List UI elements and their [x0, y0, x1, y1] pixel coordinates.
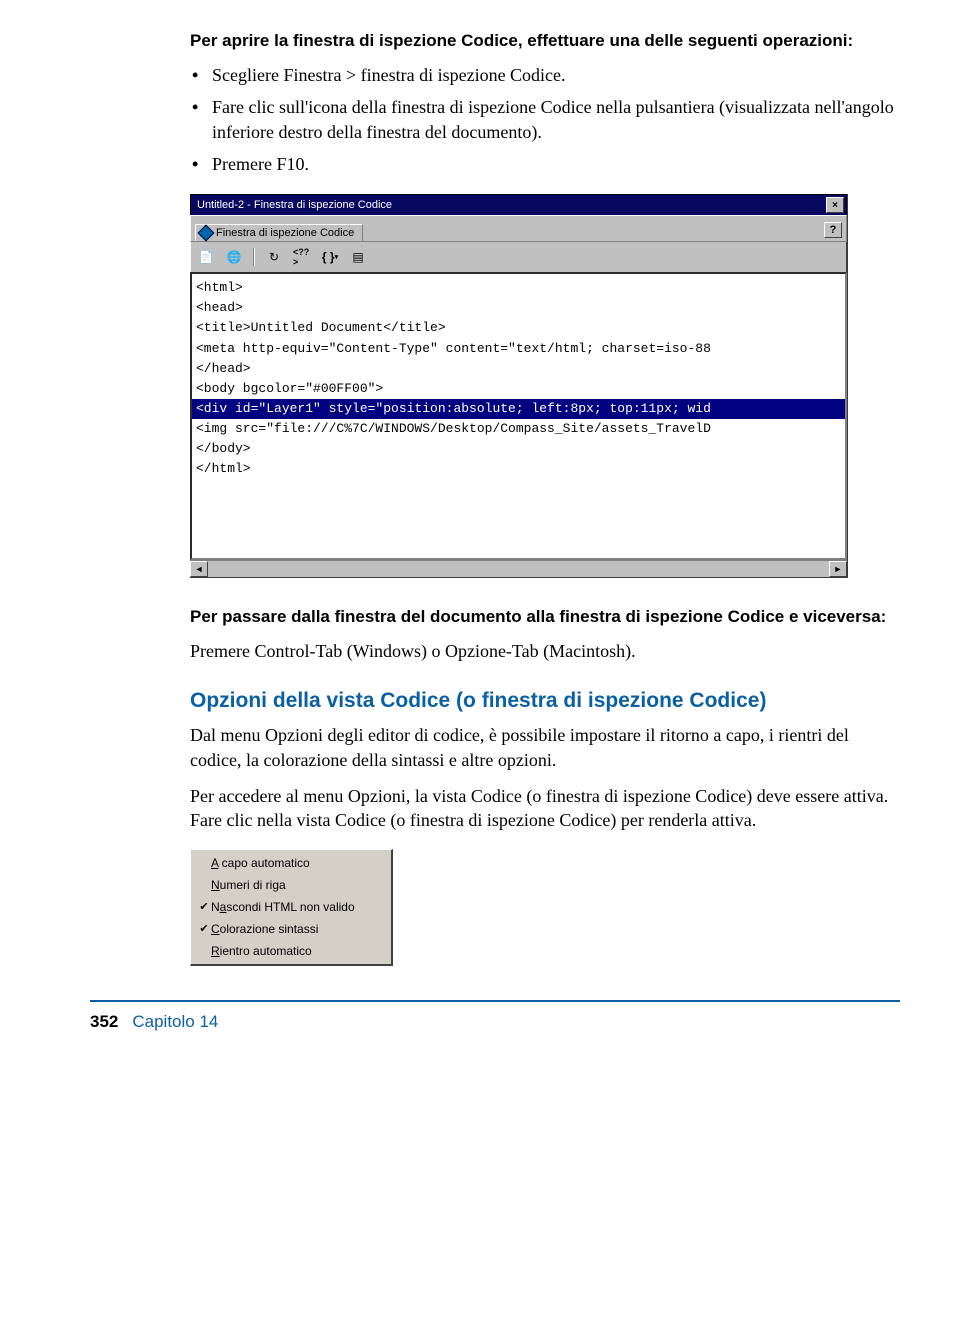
- page-number: 352: [90, 1012, 118, 1032]
- bullet-list: Scegliere Finestra > finestra di ispezio…: [190, 63, 900, 176]
- code-line: <meta http-equiv="Content-Type" content=…: [192, 339, 845, 359]
- footer-rule: [90, 1000, 900, 1002]
- globe-icon[interactable]: 🌐: [225, 248, 243, 266]
- menu-label: Colorazione sintassi: [211, 922, 318, 936]
- window-titlebar: Untitled-2 - Finestra di ispezione Codic…: [190, 194, 847, 215]
- para3: Dal menu Opzioni degli editor di codice,…: [190, 723, 900, 772]
- scroll-right-icon[interactable]: ►: [829, 561, 847, 577]
- window-toolbar: 📄 🌐 ↻ <??> { }▾ ▤: [190, 242, 847, 272]
- menu-item-word-wrap[interactable]: A capo automatico: [193, 852, 389, 874]
- close-icon[interactable]: ×: [826, 197, 844, 213]
- menu-item-auto-indent[interactable]: Rientro automatico: [193, 940, 389, 962]
- menu-label: Nascondi HTML non valido: [211, 900, 355, 914]
- menu-item-hide-invalid-html[interactable]: ✔ Nascondi HTML non valido: [193, 896, 389, 918]
- bullet-item: Fare clic sull'icona della finestra di i…: [190, 95, 900, 144]
- code-line: <head>: [192, 298, 845, 318]
- menu-label: A capo automatico: [211, 856, 310, 870]
- code-editor[interactable]: <html> <head> <title>Untitled Document</…: [190, 272, 847, 560]
- options-icon[interactable]: ▤: [349, 248, 367, 266]
- code-line-selected: <div id="Layer1" style="position:absolut…: [192, 399, 845, 419]
- page-footer: 352 Capitolo 14: [90, 1012, 900, 1052]
- menu-item-syntax-coloring[interactable]: ✔ Colorazione sintassi: [193, 918, 389, 940]
- bullet-item: Scegliere Finestra > finestra di ispezio…: [190, 63, 900, 87]
- menu-label: Numeri di riga: [211, 878, 286, 892]
- section-heading: Opzioni della vista Codice (o finestra d…: [190, 689, 900, 713]
- toolbar-separator: [253, 248, 255, 266]
- intro-heading: Per aprire la finestra di ispezione Codi…: [190, 30, 900, 53]
- menu-item-line-numbers[interactable]: Numeri di riga: [193, 874, 389, 896]
- file-icon[interactable]: 📄: [197, 248, 215, 266]
- menu-label: Rientro automatico: [211, 944, 312, 958]
- code-line: <html>: [192, 278, 845, 298]
- code-line: <img src="file:///C%7C/WINDOWS/Desktop/C…: [192, 419, 845, 439]
- scroll-left-icon[interactable]: ◄: [190, 561, 208, 577]
- php-icon[interactable]: <??>: [293, 248, 311, 266]
- tab-icon: [198, 225, 215, 242]
- chapter-label: Capitolo 14: [132, 1012, 218, 1032]
- code-inspector-window: Untitled-2 - Finestra di ispezione Codic…: [190, 194, 848, 578]
- bullet-item: Premere F10.: [190, 152, 900, 176]
- code-line: </body>: [192, 439, 845, 459]
- braces-icon[interactable]: { }▾: [321, 248, 339, 266]
- tab-label: Finestra di ispezione Codice: [216, 227, 354, 239]
- para2-body: Premere Control-Tab (Windows) o Opzione-…: [190, 639, 900, 663]
- para4: Per accedere al menu Opzioni, la vista C…: [190, 784, 900, 833]
- code-line: </head>: [192, 359, 845, 379]
- window-title: Untitled-2 - Finestra di ispezione Codic…: [197, 199, 392, 211]
- code-line: <title>Untitled Document</title>: [192, 318, 845, 338]
- refresh-icon[interactable]: ↻: [265, 248, 283, 266]
- horizontal-scrollbar[interactable]: ◄ ►: [190, 560, 847, 577]
- code-line: <body bgcolor="#00FF00">: [192, 379, 845, 399]
- check-icon: ✔: [197, 922, 211, 935]
- window-tabbar: Finestra di ispezione Codice ?: [190, 215, 847, 242]
- help-icon[interactable]: ?: [824, 222, 842, 238]
- tab-code-inspector[interactable]: Finestra di ispezione Codice: [195, 224, 363, 241]
- code-line: </html>: [192, 459, 845, 479]
- options-menu: A capo automatico Numeri di riga ✔ Nasco…: [190, 849, 393, 966]
- check-icon: ✔: [197, 900, 211, 913]
- para2-heading: Per passare dalla finestra del documento…: [190, 606, 900, 629]
